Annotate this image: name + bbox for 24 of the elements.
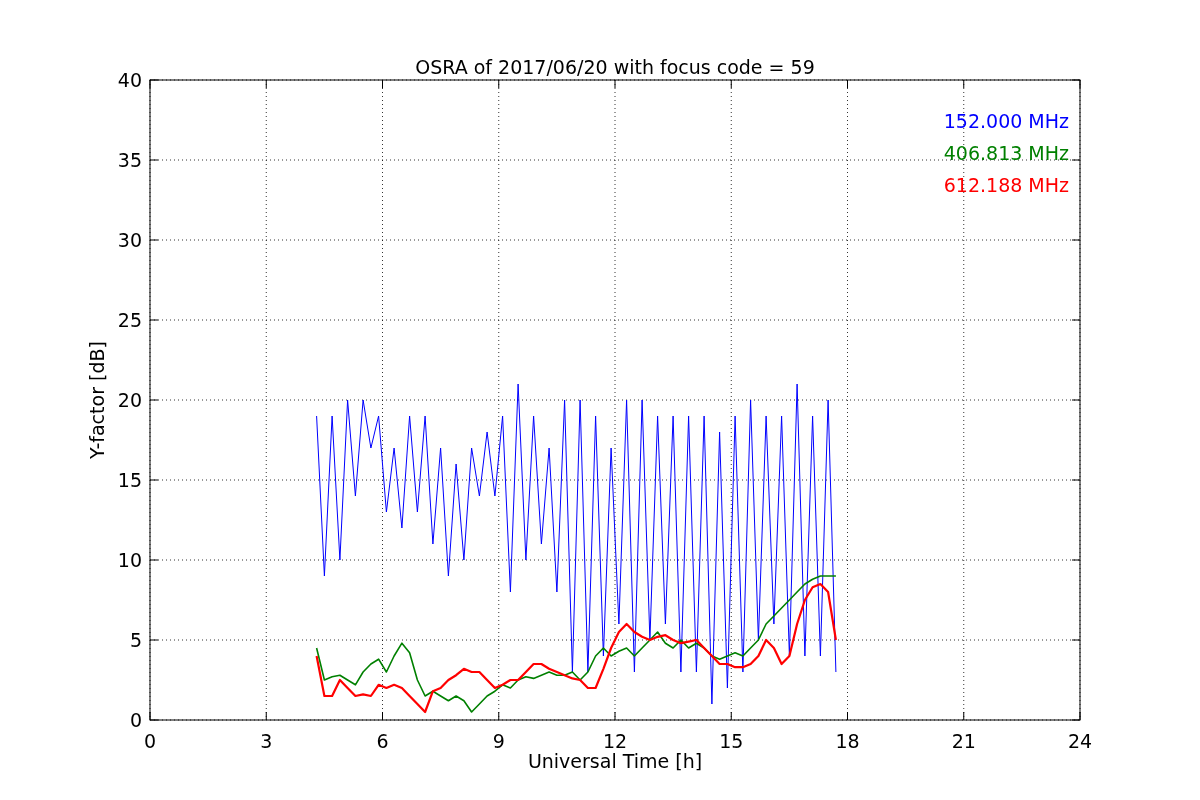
x-tick-label: 21 bbox=[951, 730, 976, 752]
x-tick-label: 6 bbox=[376, 730, 389, 752]
chart-title: OSRA of 2017/06/20 with focus code = 59 bbox=[415, 56, 815, 78]
legend-label: 406.813 MHz bbox=[943, 142, 1069, 164]
y-tick-label: 25 bbox=[117, 309, 142, 331]
legend-label: 612.188 MHz bbox=[943, 174, 1069, 196]
x-axis-label: Universal Time [h] bbox=[527, 750, 703, 772]
x-tick-label: 12 bbox=[602, 730, 628, 752]
y-tick-label: 20 bbox=[117, 389, 142, 411]
y-tick-label: 0 bbox=[129, 709, 142, 731]
x-tick-label: 24 bbox=[1067, 730, 1093, 752]
y-axis-label: Y-factor [dB] bbox=[86, 341, 108, 459]
y-tick-label: 30 bbox=[117, 229, 142, 251]
y-tick-label: 15 bbox=[117, 469, 142, 491]
x-tick-label: 18 bbox=[835, 730, 860, 752]
x-tick-label: 15 bbox=[719, 730, 744, 752]
y-tick-label: 10 bbox=[117, 549, 142, 571]
legend-label: 152.000 MHz bbox=[943, 110, 1069, 132]
y-tick-label: 35 bbox=[117, 149, 142, 171]
y-tick-label: 40 bbox=[117, 69, 142, 91]
x-tick-label: 0 bbox=[143, 730, 157, 752]
x-tick-label: 9 bbox=[492, 730, 505, 752]
y-tick-label: 5 bbox=[129, 629, 142, 651]
x-tick-label: 3 bbox=[260, 730, 273, 752]
